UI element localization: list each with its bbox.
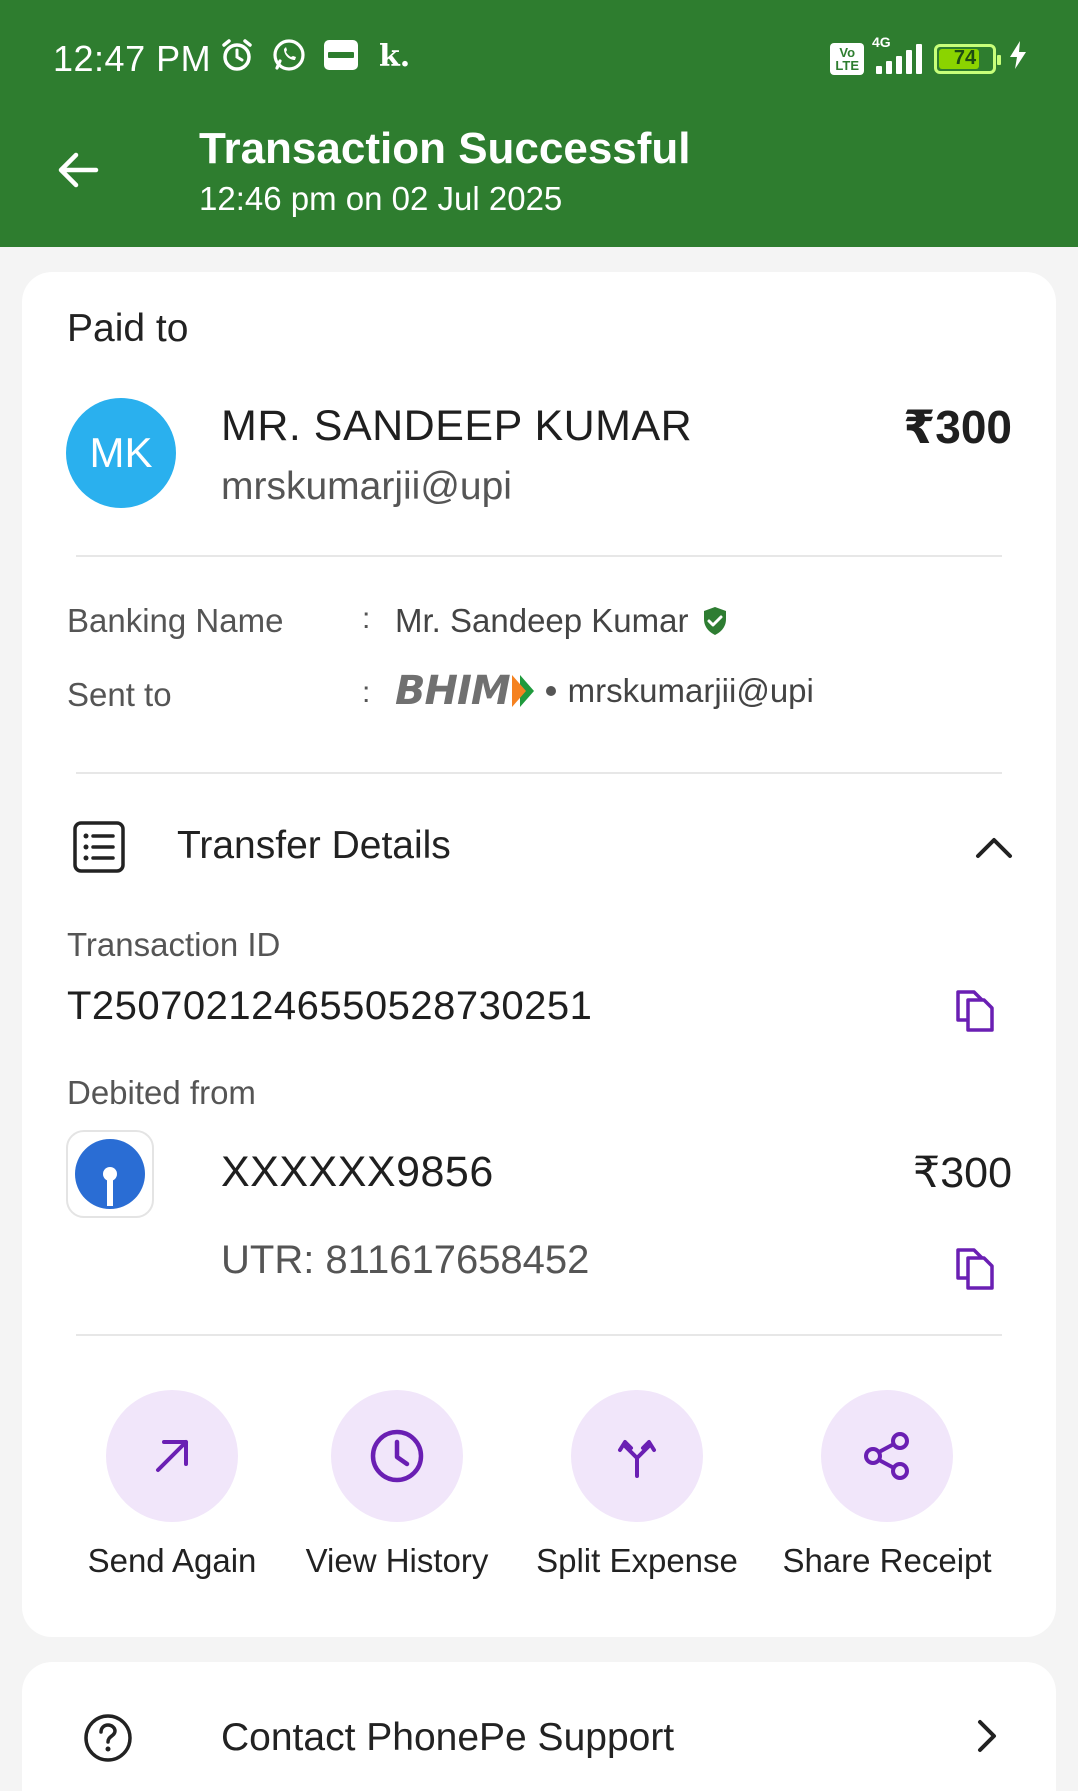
divider xyxy=(76,1334,1002,1336)
support-row[interactable]: Contact PhonePe Support xyxy=(22,1662,1056,1791)
copy-icon[interactable] xyxy=(952,1244,996,1292)
clock-icon xyxy=(370,1429,424,1483)
split-expense-button[interactable]: Split Expense xyxy=(517,1390,757,1580)
share-icon xyxy=(864,1432,909,1480)
split-expense-label: Split Expense xyxy=(536,1542,738,1579)
chevron-right-icon xyxy=(978,1720,996,1752)
share-receipt-label: Share Receipt xyxy=(782,1542,992,1579)
avatar: MK xyxy=(66,398,176,508)
back-button[interactable] xyxy=(50,142,106,198)
verified-shield-icon xyxy=(703,607,726,635)
debited-from-label: Debited from xyxy=(67,1074,256,1111)
sent-to-label: Sent to xyxy=(67,676,172,713)
help-icon xyxy=(84,1714,132,1762)
battery-percent: 74 xyxy=(953,47,977,69)
transaction-id-value: T2507021246550528730251 xyxy=(67,984,593,1028)
arrow-left-icon xyxy=(58,152,99,188)
debited-amount: ₹300 xyxy=(912,1149,1012,1197)
transaction-card: Paid to MK MR. SANDEEP KUMAR mrskumarjii… xyxy=(22,272,1056,1637)
account-number: XXXXXX9856 xyxy=(221,1148,494,1196)
sent-to-value: BHIM mrskumarjii@upi xyxy=(395,668,814,714)
bank-logo xyxy=(66,1130,154,1218)
signal-icon: 4G xyxy=(872,34,922,74)
send-again-label: Send Again xyxy=(87,1542,257,1579)
alarm-icon xyxy=(218,36,256,74)
svg-text:k.: k. xyxy=(379,39,410,73)
bhim-logo-text: BHIM xyxy=(395,668,511,714)
volte-badge: Vo LTE xyxy=(830,42,864,75)
status-time: 12:47 PM xyxy=(53,38,212,79)
share-receipt-icon-circle xyxy=(821,1390,953,1522)
share-receipt-button[interactable]: Share Receipt xyxy=(767,1390,1007,1580)
send-again-icon-circle xyxy=(106,1390,238,1522)
notification-icons: k. xyxy=(218,36,412,74)
view-history-button[interactable]: View History xyxy=(277,1390,517,1580)
divider xyxy=(76,772,1002,774)
paid-amount: ₹300 xyxy=(903,401,1012,453)
app-header: 12:47 PM k. Vo LTE 4G 74 Transaction Succ xyxy=(0,0,1078,247)
chevron-up-icon[interactable] xyxy=(972,826,1016,870)
colon: : xyxy=(362,602,371,635)
payee-name: MR. SANDEEP KUMAR xyxy=(221,402,693,450)
whatsapp-icon xyxy=(270,36,308,74)
k-app-icon: k. xyxy=(374,36,412,74)
transfer-details-title: Transfer Details xyxy=(177,824,451,867)
network-type: 4G xyxy=(872,33,891,50)
battery-icon: 74 xyxy=(934,43,1001,74)
divider xyxy=(76,555,1002,557)
paytm-icon xyxy=(322,36,360,74)
utr-number: UTR: 811617658452 xyxy=(221,1238,590,1282)
receipt-list-icon xyxy=(73,821,125,873)
system-status: Vo LTE 4G 74 xyxy=(830,34,1028,77)
split-icon xyxy=(618,1440,656,1478)
transaction-id-label: Transaction ID xyxy=(67,926,281,963)
banking-name-text: Mr. Sandeep Kumar xyxy=(395,602,689,639)
split-expense-icon-circle xyxy=(571,1390,703,1522)
view-history-label: View History xyxy=(305,1542,489,1579)
sent-to-upi: mrskumarjii@upi xyxy=(567,672,814,709)
copy-icon[interactable] xyxy=(952,986,996,1034)
view-history-icon-circle xyxy=(331,1390,463,1522)
banking-name-value: Mr. Sandeep Kumar xyxy=(395,602,729,640)
payee-upi-id: mrskumarjii@upi xyxy=(221,465,512,508)
paid-to-label: Paid to xyxy=(67,307,189,350)
arrow-up-right-icon xyxy=(156,1440,188,1472)
support-label: Contact PhonePe Support xyxy=(221,1716,675,1759)
charging-icon xyxy=(1008,40,1028,77)
banking-name-label: Banking Name xyxy=(67,602,284,639)
sbi-logo-icon xyxy=(75,1139,145,1209)
separator-dot xyxy=(545,686,556,696)
quick-actions: Send Again View History Split Expense Sh… xyxy=(22,1390,1056,1590)
page-title: Transaction Successful xyxy=(199,124,691,173)
bhim-logo: BHIM xyxy=(395,668,534,714)
transaction-timestamp: 12:46 pm on 02 Jul 2025 xyxy=(199,180,563,217)
colon: : xyxy=(362,676,371,709)
send-again-button[interactable]: Send Again xyxy=(52,1390,292,1580)
